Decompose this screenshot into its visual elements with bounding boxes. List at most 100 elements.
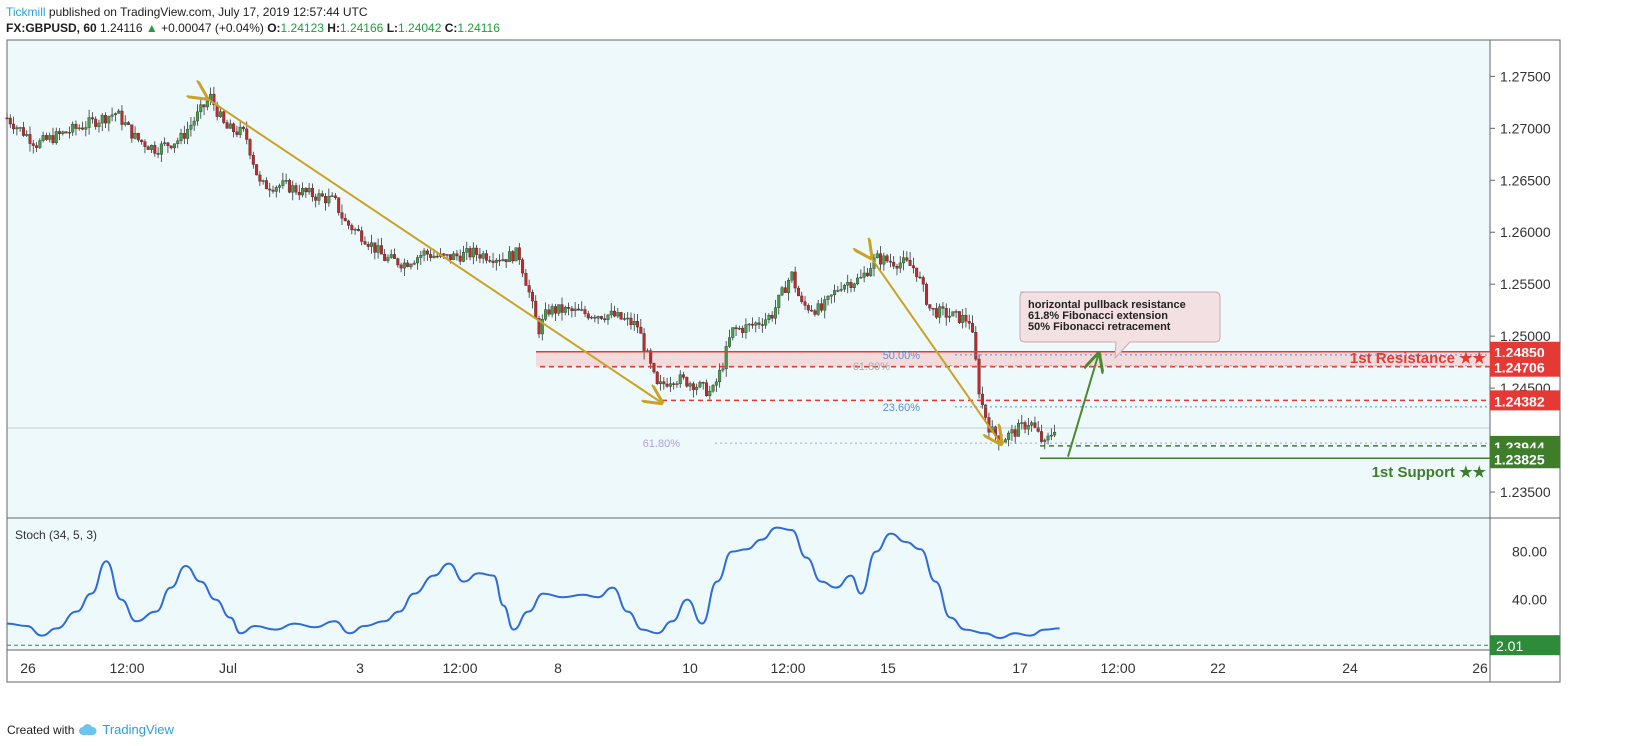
candle-body [944, 308, 948, 318]
candle-body [494, 259, 498, 263]
candle-body [941, 306, 945, 309]
candle-body [402, 262, 406, 269]
candle-body [783, 287, 787, 293]
resistance-zone [536, 351, 1490, 367]
candle-body [504, 259, 508, 263]
candle-body [71, 123, 75, 133]
candle-body [1020, 422, 1024, 424]
time-tick-label: 10 [682, 660, 698, 676]
candle-body [12, 123, 16, 130]
candle-body [232, 123, 236, 133]
candle-body [928, 304, 932, 309]
candle-body [793, 271, 797, 289]
candle-body [1053, 431, 1057, 436]
candle-body [317, 193, 321, 201]
candle-body [179, 133, 183, 141]
candle-body [38, 140, 42, 148]
high-value: 1.24166 [339, 21, 384, 35]
candle-body [639, 326, 643, 334]
time-tick-label: 22 [1210, 660, 1226, 676]
candle-body [442, 253, 446, 256]
candle-body [140, 139, 144, 142]
candle-body [327, 196, 331, 204]
candle-body [747, 323, 751, 326]
price-level-label: 1.24706 [1494, 360, 1545, 376]
candle-body [596, 316, 600, 319]
close-label: C: [444, 21, 458, 35]
candle-body [235, 131, 239, 135]
publisher-name[interactable]: Tickmill [6, 5, 46, 19]
tradingview-cloud-icon [79, 723, 97, 735]
candle-body [862, 272, 866, 278]
candle-body [189, 124, 193, 130]
candle-body [583, 309, 587, 315]
candle-body [15, 127, 19, 130]
stoch-value-label: 2.01 [1496, 638, 1523, 654]
candle-body [787, 279, 791, 293]
candle-body [1026, 425, 1030, 430]
candle-body [291, 185, 295, 193]
price-tick-label: 1.26500 [1500, 172, 1551, 188]
candle-body [931, 307, 935, 310]
candle-body [8, 117, 12, 125]
candle-body [166, 142, 170, 147]
candle-body [708, 390, 712, 396]
time-tick-label: 26 [1472, 660, 1488, 676]
candle-body [1043, 439, 1047, 442]
candle-body [366, 243, 370, 247]
candle-body [284, 180, 288, 182]
candle-body [672, 383, 676, 385]
candle-body [957, 311, 961, 323]
candle-body [977, 358, 981, 395]
candle-body [833, 290, 837, 296]
candle-body [698, 382, 702, 388]
candle-body [593, 316, 597, 319]
candle-body [120, 110, 124, 125]
candle-body [527, 285, 531, 293]
candle-body [94, 118, 98, 127]
candle-body [18, 127, 22, 129]
candle-body [727, 337, 731, 347]
candle-body [718, 369, 722, 383]
candle-body [481, 253, 485, 259]
time-tick-label: 12:00 [1100, 660, 1135, 676]
candle-body [553, 306, 557, 314]
symbol-label[interactable]: FX:GBPUSD, 60 [6, 21, 97, 35]
plot-background [7, 40, 1490, 650]
candle-body [379, 245, 383, 255]
candle-body [668, 383, 672, 387]
candle-body [662, 381, 666, 385]
candle-body [550, 306, 554, 315]
candle-body [829, 294, 833, 297]
candle-body [642, 333, 646, 352]
candle-body [465, 248, 469, 253]
stoch-tick-label: 80.00 [1512, 544, 1547, 560]
annotation-text: 50% Fibonacci retracement [1028, 321, 1171, 333]
candle-body [97, 122, 101, 127]
support-label: 1st Support ★★ [1372, 464, 1487, 481]
candle-body [432, 255, 436, 258]
candle-body [264, 180, 268, 190]
candle-body [1046, 435, 1050, 441]
published-text: published on TradingView.com, July 17, 2… [48, 5, 368, 19]
candle-body [422, 250, 426, 256]
time-tick-label: 8 [554, 660, 562, 676]
candle-body [146, 146, 150, 150]
candle-body [363, 241, 367, 245]
candle-body [498, 259, 502, 262]
candle-body [461, 252, 465, 262]
candle-body [333, 195, 337, 198]
candle-body [429, 254, 433, 258]
candle-body [172, 143, 176, 149]
candle-body [517, 247, 521, 260]
candle-body [54, 131, 58, 144]
candle-body [921, 277, 925, 285]
candle-body [826, 295, 830, 300]
candle-body [169, 145, 173, 149]
price-level-label: 1.24382 [1494, 393, 1545, 409]
candle-body [478, 254, 482, 259]
candle-body [573, 308, 577, 311]
tradingview-brand-link[interactable]: TradingView [102, 722, 174, 737]
candle-body [938, 306, 942, 318]
candle-body [665, 383, 669, 387]
